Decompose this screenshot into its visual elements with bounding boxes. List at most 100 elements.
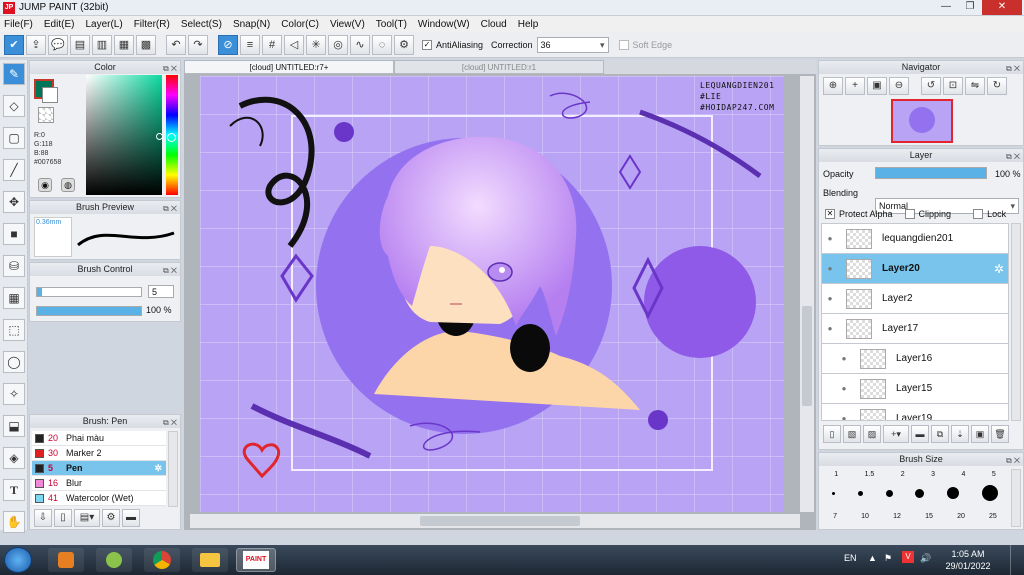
menu-window[interactable]: Window(W) xyxy=(418,19,470,30)
layer-visibility-icon[interactable]: ● xyxy=(836,384,852,393)
horizontal-scroll-thumb[interactable] xyxy=(420,516,580,526)
panel-close-icon[interactable]: ⧉ ✕ xyxy=(1006,62,1020,75)
artwork-canvas[interactable]: LEQUANGDIEN201 #LIE #HOIDAP247.COM xyxy=(200,76,784,512)
delete-layer-icon[interactable]: 🗑 xyxy=(991,425,1009,443)
snap-settings-icon[interactable]: ⚙ xyxy=(394,34,414,55)
menu-filter[interactable]: Filter(R) xyxy=(134,19,170,30)
snap-ellipse-icon[interactable]: ◌ xyxy=(372,34,392,55)
panel-close-icon[interactable]: ⧉ ✕ xyxy=(163,416,177,429)
layer-row[interactable]: ● lequangdien201 xyxy=(822,224,1008,254)
rotate-right-icon[interactable]: ↻ xyxy=(987,77,1007,95)
lasso-tool-icon[interactable]: ◯ xyxy=(3,351,25,373)
snap-perspective-icon[interactable]: ◁ xyxy=(284,34,304,55)
layer-visibility-icon[interactable]: ● xyxy=(836,414,852,420)
new-brush-icon[interactable]: ▯ xyxy=(54,509,72,527)
fill-rect-tool-icon[interactable]: ■ xyxy=(3,223,25,245)
layer-visibility-icon[interactable]: ● xyxy=(822,294,838,303)
transparent-color-swatch[interactable] xyxy=(38,107,54,123)
brush-size-option[interactable]: 4 xyxy=(961,471,965,478)
bucket-tool-icon[interactable]: ⛁ xyxy=(3,255,25,277)
cloud-check-icon[interactable]: ✔ xyxy=(4,34,24,55)
show-desktop-button[interactable] xyxy=(1010,545,1022,575)
language-indicator[interactable]: EN xyxy=(844,553,857,563)
taskbar-jump-paint-icon[interactable]: PAINT xyxy=(236,548,276,572)
document-icon[interactable]: ▥ xyxy=(92,34,112,55)
layer-row[interactable]: ● Layer2 xyxy=(822,284,1008,314)
snap-radial-icon[interactable]: ✳ xyxy=(306,34,326,55)
rotate-left-icon[interactable]: ↺ xyxy=(921,77,941,95)
close-button[interactable]: ✕ xyxy=(982,0,1022,15)
taskbar-app-icon[interactable] xyxy=(96,548,132,572)
menu-cloud[interactable]: Cloud xyxy=(481,19,507,30)
rotate-reset-icon[interactable]: ⊡ xyxy=(943,77,963,95)
new-8bit-layer-icon[interactable]: ▨ xyxy=(863,425,881,443)
tray-vietkey-icon[interactable]: V xyxy=(902,551,914,563)
brush-size-option[interactable]: 5 xyxy=(992,471,996,478)
clipping-checkbox[interactable] xyxy=(904,209,915,219)
snap-grid-icon[interactable]: # xyxy=(262,34,282,55)
brush-size-option[interactable]: 1.5 xyxy=(865,471,875,478)
hand-tool-icon[interactable]: ✋ xyxy=(3,511,25,533)
taskbar-media-player-icon[interactable] xyxy=(48,548,84,572)
layer-visibility-icon[interactable]: ● xyxy=(836,354,852,363)
cloud-download-icon[interactable]: ⇩ xyxy=(34,509,52,527)
panel-close-icon[interactable]: ⧉ ✕ xyxy=(163,202,177,215)
zoom-in-icon[interactable]: ⊕ xyxy=(823,77,843,95)
brush-size-dot[interactable] xyxy=(832,491,836,495)
merge-layer-icon[interactable]: ⇣ xyxy=(951,425,969,443)
menu-color[interactable]: Color(C) xyxy=(281,19,319,30)
layer-folder-icon[interactable]: ▬ xyxy=(911,425,929,443)
brush-size-option[interactable]: 20 xyxy=(957,513,965,520)
memo-icon[interactable]: ▤ xyxy=(70,34,90,55)
brush-size-input[interactable]: 5 xyxy=(148,285,174,298)
tray-flag-icon[interactable]: ⚑ xyxy=(884,553,892,564)
soft-edge-checkbox[interactable] xyxy=(618,39,629,50)
taskbar-explorer-icon[interactable] xyxy=(192,548,228,572)
snap-off-icon[interactable]: ⊘ xyxy=(218,34,238,55)
move-tool-icon[interactable]: ✥ xyxy=(3,191,25,213)
layer-opacity-slider[interactable] xyxy=(875,167,987,179)
layer-visibility-icon[interactable]: ● xyxy=(822,324,838,333)
brush-size-dot[interactable] xyxy=(857,490,863,496)
menu-layer[interactable]: Layer(L) xyxy=(85,19,122,30)
menu-view[interactable]: View(V) xyxy=(330,19,365,30)
menu-tool[interactable]: Tool(T) xyxy=(376,19,407,30)
brush-size-dot[interactable] xyxy=(981,485,998,501)
pen-tool-icon[interactable]: ✎ xyxy=(3,63,25,85)
panel-close-icon[interactable]: ⧉ ✕ xyxy=(1006,454,1020,467)
brush-size-option[interactable]: 3 xyxy=(931,471,935,478)
grid-icon[interactable]: ▩ xyxy=(136,34,156,55)
menu-select[interactable]: Select(S) xyxy=(181,19,222,30)
brush-size-option[interactable]: 1 xyxy=(834,471,838,478)
panel-close-icon[interactable]: ⧉ ✕ xyxy=(163,62,177,75)
brush-item[interactable]: 16 Blur xyxy=(32,476,166,491)
layer-list-scrollbar[interactable] xyxy=(1011,223,1021,421)
menu-file[interactable]: File(F) xyxy=(4,19,33,30)
menu-edit[interactable]: Edit(E) xyxy=(44,19,75,30)
tab-untitled-r1[interactable]: [cloud] UNTITLED:r1 xyxy=(394,60,604,74)
navigator-thumbnail[interactable] xyxy=(891,99,953,143)
gradient-tool-icon[interactable]: ▦ xyxy=(3,287,25,309)
table-icon[interactable]: ▦ xyxy=(114,34,134,55)
comment-icon[interactable]: 💬 xyxy=(48,34,68,55)
brush-opacity-slider[interactable] xyxy=(36,306,142,316)
layer-visibility-icon[interactable]: ● xyxy=(822,264,838,273)
brush-folder-icon[interactable]: ▬ xyxy=(122,509,140,527)
vertical-scroll-thumb[interactable] xyxy=(802,306,812,406)
protect-alpha-checkbox[interactable]: ✕ xyxy=(825,209,835,219)
antialiasing-checkbox[interactable]: ✓ xyxy=(422,39,432,50)
tray-clock[interactable]: 1:05 AM 29/01/2022 xyxy=(940,548,996,572)
panel-close-icon[interactable]: ⧉ ✕ xyxy=(163,264,177,277)
layer-row[interactable]: ● Layer16 xyxy=(822,344,1008,374)
zoom-fit-icon[interactable]: ▣ xyxy=(867,77,887,95)
magic-wand-tool-icon[interactable]: ✧ xyxy=(3,383,25,405)
select-tool-icon[interactable]: ⬚ xyxy=(3,319,25,341)
lock-checkbox[interactable] xyxy=(973,209,984,219)
layer-row-selected[interactable]: ● Layer20 ✲ xyxy=(822,254,1008,284)
tab-untitled-r7[interactable]: [cloud] UNTITLED:r7+ xyxy=(184,60,394,74)
eraser-tool-icon[interactable]: ◇ xyxy=(3,95,25,117)
layer-visibility-icon[interactable]: ● xyxy=(822,234,838,243)
export-icon[interactable]: ⇪ xyxy=(26,34,46,55)
brush-size-dot[interactable] xyxy=(915,488,925,498)
layer-row[interactable]: ● Layer19 xyxy=(822,404,1008,420)
